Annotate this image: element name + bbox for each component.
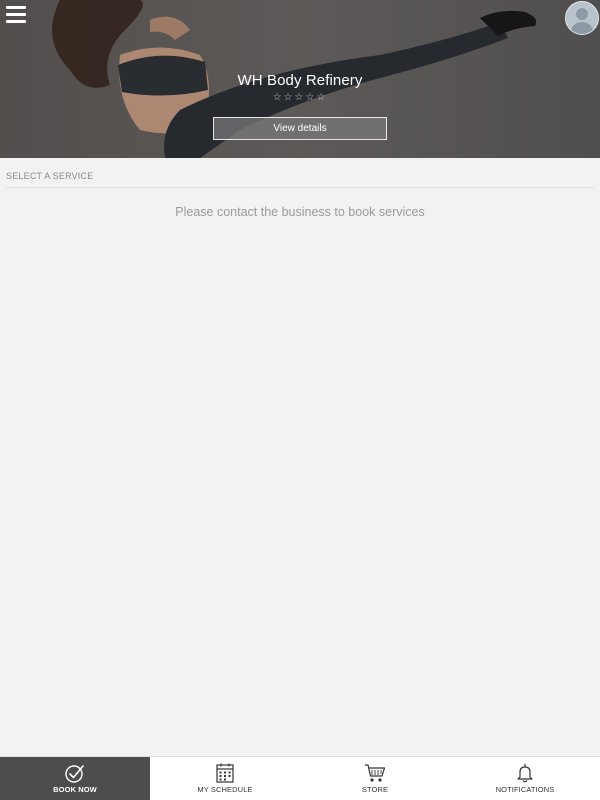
user-icon (566, 2, 598, 34)
check-circle-icon (65, 765, 84, 783)
tab-my-schedule-label: MY SCHEDULE (197, 785, 253, 794)
empty-state-message: Please contact the business to book serv… (175, 205, 425, 219)
bell-icon (517, 763, 533, 783)
rating-stars: ☆☆☆☆☆ (272, 92, 328, 103)
view-details-button[interactable]: View details (213, 117, 387, 140)
tab-notifications-label: NOTIFICATIONS (495, 785, 555, 794)
tab-store[interactable]: STORE (300, 757, 450, 800)
hamburger-menu-icon[interactable] (6, 6, 26, 24)
tab-store-label: STORE (361, 785, 389, 794)
business-name: WH Body Refinery (237, 72, 363, 89)
section-heading: SELECT A SERVICE (6, 171, 94, 181)
bottom-navigation: BOOK NOW MY SCHEDULE STORE NOTIFICATIONS (0, 756, 600, 800)
tab-book-now-label: BOOK NOW (53, 785, 97, 794)
calendar-icon (216, 763, 234, 783)
cart-icon (365, 764, 386, 782)
tab-my-schedule[interactable]: MY SCHEDULE (150, 757, 300, 800)
app-root: WH Body Refinery ☆☆☆☆☆ View details SELE… (0, 0, 600, 800)
tab-notifications[interactable]: NOTIFICATIONS (450, 757, 600, 800)
hero-banner: WH Body Refinery ☆☆☆☆☆ View details (0, 0, 600, 158)
tab-book-now[interactable]: BOOK NOW (0, 757, 150, 800)
profile-avatar[interactable] (565, 1, 599, 35)
section-divider (6, 187, 594, 188)
